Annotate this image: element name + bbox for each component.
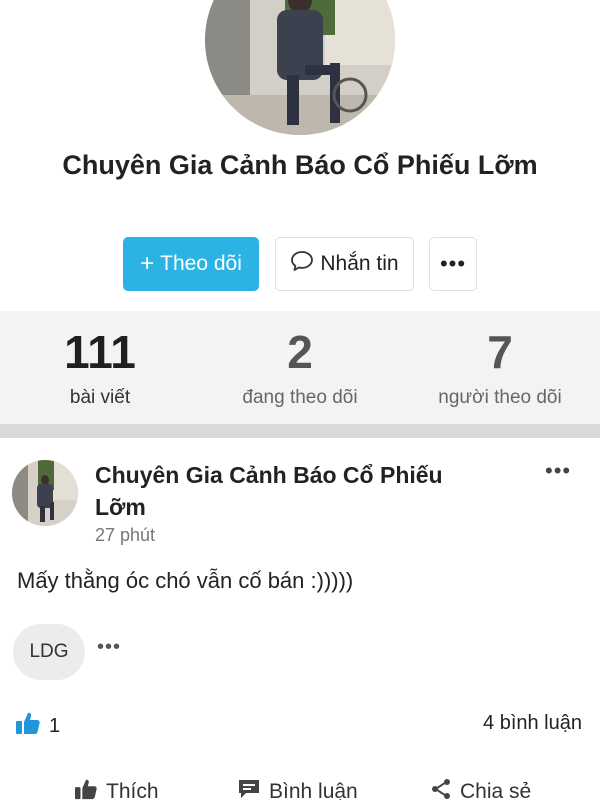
post-content: Mấy thằng óc chó vẫn cố bán :))))) [17,568,354,593]
follow-button[interactable]: + Theo dõi [123,237,259,291]
like-count: 1 [49,714,61,737]
comment-label: Bình luận [269,780,358,800]
share-button[interactable]: Chia sẻ [430,778,531,800]
profile-avatar[interactable] [205,0,395,135]
share-label: Chia sẻ [460,780,532,800]
stat-posts[interactable]: 111 bài viết [0,311,200,424]
section-divider [0,424,600,438]
stat-value: 2 [287,326,313,378]
stat-value: 7 [487,326,513,378]
message-button[interactable]: Nhắn tin [275,237,414,291]
post-timestamp: 27 phút [95,525,156,545]
message-label: Nhắn tin [320,252,399,275]
share-icon [430,778,452,800]
like-label: Thích [106,780,159,800]
stat-label: đang theo dõi [242,387,358,408]
stat-followers[interactable]: 7 người theo dõi [400,311,600,424]
post-author-avatar[interactable] [12,460,78,526]
stock-tag-chip[interactable]: LDG [13,624,85,680]
thumbs-up-icon [15,711,41,741]
post-more-icon[interactable]: ••• [545,458,571,484]
chat-bubble-icon [290,250,314,278]
stat-following[interactable]: 2 đang theo dõi [200,311,400,424]
tag-more-icon[interactable]: ••• [97,636,121,659]
post-action-bar: Thích Bình luận Chia sẻ [0,772,600,800]
stat-label: người theo dõi [438,387,562,408]
like-button[interactable]: Thích [74,778,159,800]
profile-actions: + Theo dõi Nhắn tin ••• [0,237,600,291]
more-options-button[interactable]: ••• [429,237,477,291]
like-summary[interactable]: 1 [15,711,60,741]
profile-name: Chuyên Gia Cảnh Báo Cổ Phiếu Lỡm [62,150,538,180]
profile-stats: 111 bài viết 2 đang theo dõi 7 người the… [0,311,600,424]
stat-value: 111 [64,326,136,378]
stat-label: bài viết [69,387,131,408]
thumbs-up-icon [74,778,98,800]
follow-label: Theo dõi [160,252,242,275]
plus-icon: + [140,250,155,277]
comment-button[interactable]: Bình luận [237,778,358,800]
comment-count[interactable]: 4 bình luận [483,712,582,735]
post-author-name[interactable]: Chuyên Gia Cảnh Báo Cổ Phiếu Lỡm [95,459,495,523]
comment-icon [237,778,261,800]
